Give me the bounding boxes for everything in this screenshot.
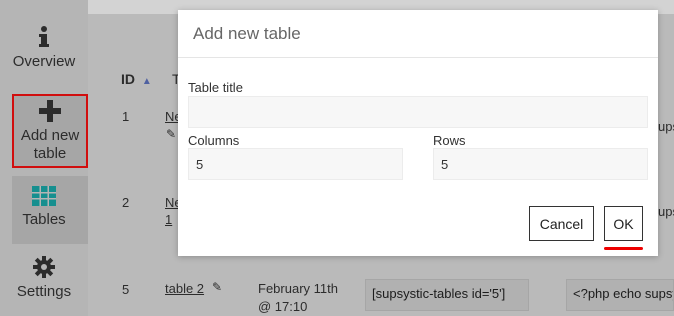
ok-highlight-underline [604,247,643,250]
rows-label: Rows [433,133,466,148]
rows-input[interactable] [433,148,648,180]
dialog-title: Add new table [178,10,658,58]
add-table-dialog: Add new table Table title Columns Rows C… [178,10,658,256]
table-title-input[interactable] [188,96,648,128]
table-title-label: Table title [188,80,243,95]
ok-button[interactable]: OK [604,206,643,241]
columns-input[interactable] [188,148,403,180]
columns-label: Columns [188,133,240,148]
cancel-button[interactable]: Cancel [529,206,594,241]
